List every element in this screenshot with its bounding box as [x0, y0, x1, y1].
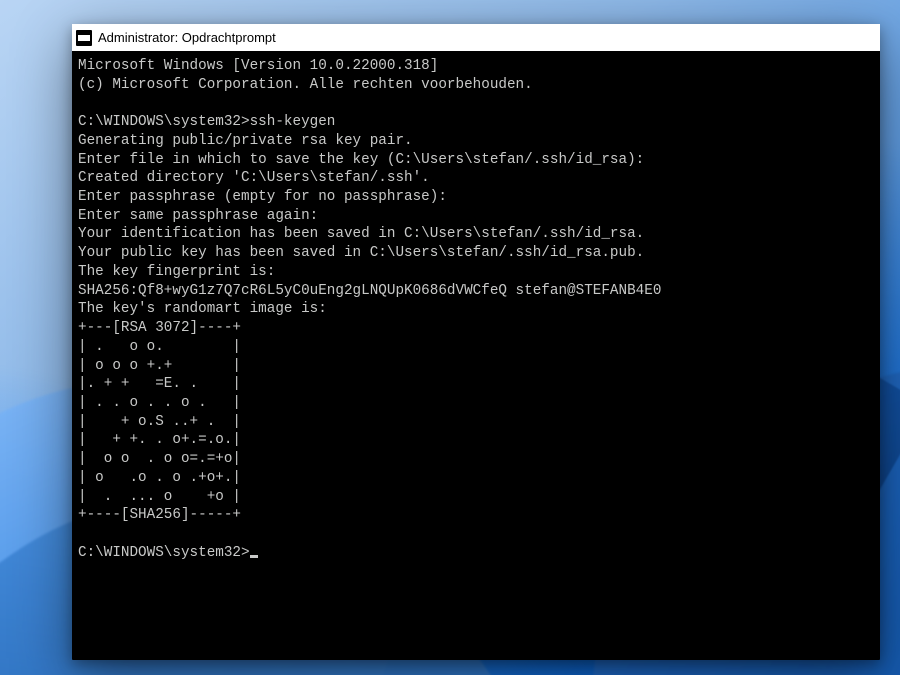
terminal-line: | . . o . . o . | [78, 395, 241, 411]
terminal-line: (c) Microsoft Corporation. Alle rechten … [78, 77, 533, 93]
terminal-line: Created directory 'C:\Users\stefan/.ssh'… [78, 170, 430, 186]
terminal-output[interactable]: Microsoft Windows [Version 10.0.22000.31… [72, 51, 880, 660]
terminal-line: Enter passphrase (empty for no passphras… [78, 189, 447, 205]
terminal-line: Enter file in which to save the key (C:\… [78, 152, 644, 168]
terminal-line: |. + + =E. . | [78, 376, 241, 392]
terminal-line: | . ... o +o | [78, 489, 241, 505]
terminal-line: Enter same passphrase again: [78, 208, 318, 224]
terminal-line: SHA256:Qf8+wyG1z7Q7cR6L5yC0uEng2gLNQUpK0… [78, 283, 661, 299]
terminal-line: Microsoft Windows [Version 10.0.22000.31… [78, 58, 438, 74]
terminal-line: The key's randomart image is: [78, 301, 327, 317]
command-prompt-window[interactable]: Administrator: Opdrachtprompt Microsoft … [72, 24, 880, 660]
terminal-line: +---[RSA 3072]----+ [78, 320, 241, 336]
cmd-icon [76, 30, 92, 46]
terminal-line: | . o o. | [78, 339, 241, 355]
terminal-line: The key fingerprint is: [78, 264, 275, 280]
terminal-line: | o .o . o .+o+.| [78, 470, 241, 486]
terminal-line: +----[SHA256]-----+ [78, 507, 241, 523]
terminal-line: | o o . o o=.=+o| [78, 451, 241, 467]
terminal-line: | + +. . o+.=.o.| [78, 432, 241, 448]
titlebar[interactable]: Administrator: Opdrachtprompt [72, 24, 880, 51]
cursor [250, 555, 258, 558]
terminal-line: C:\WINDOWS\system32>ssh-keygen [78, 114, 335, 130]
terminal-line: Your public key has been saved in C:\Use… [78, 245, 644, 261]
terminal-line: Generating public/private rsa key pair. [78, 133, 413, 149]
terminal-line: Your identification has been saved in C:… [78, 226, 644, 242]
terminal-prompt[interactable]: C:\WINDOWS\system32> [78, 545, 250, 561]
terminal-line: | + o.S ..+ . | [78, 414, 241, 430]
window-title: Administrator: Opdrachtprompt [98, 30, 276, 45]
terminal-line: | o o o +.+ | [78, 358, 241, 374]
